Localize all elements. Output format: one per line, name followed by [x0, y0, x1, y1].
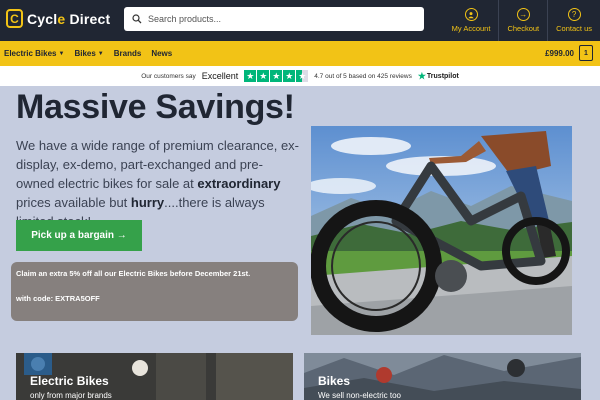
category-card-bikes[interactable]: Bikes We sell non-electric too: [304, 353, 581, 400]
promo-banner: Claim an extra 5% off all our Electric B…: [11, 262, 298, 321]
checkout-label: Checkout: [507, 24, 540, 33]
card-title: Bikes: [318, 374, 351, 388]
contact-link[interactable]: ? Contact us: [547, 0, 600, 41]
nav-item-bikes[interactable]: Bikes ▼: [74, 49, 103, 58]
hero-title: Massive Savings!: [16, 88, 295, 126]
search-input[interactable]: [148, 14, 408, 24]
trustpilot-star-icon: ★: [417, 70, 426, 81]
card-title: Electric Bikes: [30, 374, 109, 388]
star-icon: ★: [270, 70, 283, 82]
nav-item-news[interactable]: News: [151, 49, 172, 58]
question-icon: ?: [567, 8, 581, 21]
my-account-link[interactable]: My Account: [444, 0, 499, 41]
user-icon: [464, 8, 478, 21]
star-icon: ★: [244, 70, 257, 82]
logo-mark-icon: C: [6, 9, 23, 28]
hero-description: We have a wide range of premium clearanc…: [16, 138, 300, 229]
nav-item-electric-bikes[interactable]: Electric Bikes ▼: [4, 49, 64, 58]
promo-text: Claim an extra 5% off all our Electric B…: [16, 269, 251, 278]
star-icon: ★: [257, 70, 270, 82]
logo-text: Cycle Direct: [27, 10, 111, 27]
my-account-label: My Account: [451, 24, 491, 33]
promo-code: with code: EXTRA5OFF: [16, 294, 100, 303]
chevron-down-icon: ▼: [58, 50, 65, 57]
trust-rating-word: Excellent: [201, 71, 239, 81]
chevron-down-icon: ▼: [97, 50, 104, 57]
trust-stars: ★ ★ ★ ★ ★: [244, 70, 309, 82]
trust-summary: 4.7 out of 5 based on 425 reviews: [314, 72, 412, 80]
hero-ebike-image: [311, 126, 572, 335]
main-nav: Electric Bikes ▼ Bikes ▼ Brands News £99…: [0, 41, 600, 66]
nav-item-brands[interactable]: Brands: [114, 49, 142, 58]
search-bar[interactable]: [124, 7, 424, 31]
category-card-electric-bikes[interactable]: Electric Bikes only from major brands: [16, 353, 293, 400]
nav-label: Brands: [113, 49, 142, 58]
trustpilot-logo: ★ Trustpilot: [417, 70, 459, 81]
nav-label: Electric Bikes: [4, 49, 57, 58]
contact-label: Contact us: [556, 24, 592, 33]
arrow-right-icon: →: [516, 8, 530, 21]
header-actions: My Account → Checkout ? Contact us: [444, 0, 600, 41]
half-star-icon: ★: [296, 70, 309, 82]
trust-intro: Our customers say: [141, 72, 196, 80]
cart-bag-icon[interactable]: 1: [579, 45, 593, 61]
cart-total[interactable]: £999.00: [545, 49, 574, 58]
pick-up-bargain-button[interactable]: Pick up a bargain →: [16, 220, 142, 251]
card-subtitle: We sell non-electric too: [318, 391, 401, 400]
trustpilot-bar[interactable]: Our customers say Excellent ★ ★ ★ ★ ★ 4.…: [0, 66, 600, 86]
card-subtitle: only from major brands: [30, 391, 112, 400]
search-icon: [132, 14, 142, 24]
site-logo[interactable]: C Cycle Direct: [6, 9, 110, 28]
star-icon: ★: [283, 70, 296, 82]
checkout-link[interactable]: → Checkout: [498, 0, 547, 41]
cart-count: 1: [584, 49, 588, 57]
top-header: C Cycle Direct My Account → Checkout ? C…: [0, 0, 600, 41]
nav-label: Bikes: [74, 49, 96, 58]
nav-label: News: [151, 49, 173, 58]
